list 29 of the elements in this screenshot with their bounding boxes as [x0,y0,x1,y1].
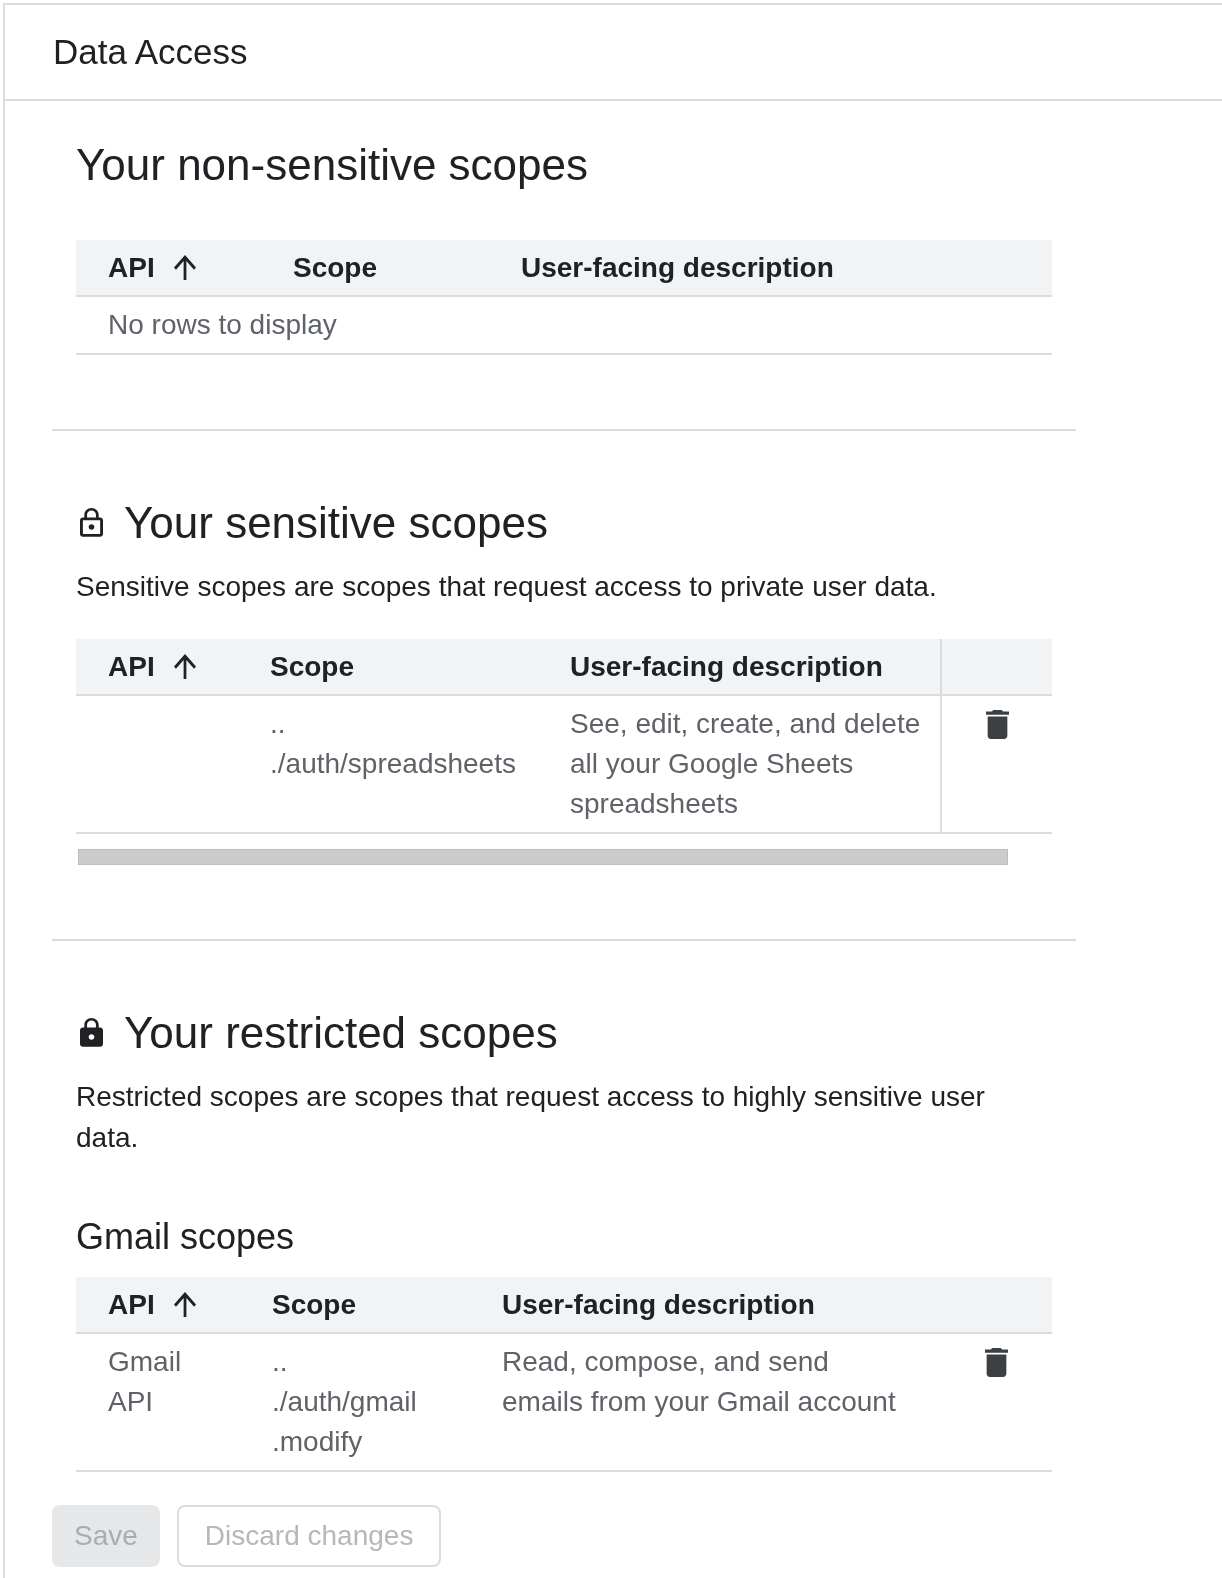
column-header[interactable]: Scope [272,1287,357,1322]
horizontal-scrollbar[interactable] [78,849,1008,865]
section-title: Your restricted scopes [124,1009,558,1057]
section-description: Restricted scopes are scopes that request access to highly sensitive user data. [76,1080,986,1155]
trash-icon [985,710,1009,739]
column-header[interactable]: Scope [270,649,355,684]
table-cell-text: Gmail API [108,1345,183,1419]
table-title: Gmail scopes [76,1217,296,1257]
trash-icon [984,1348,1008,1377]
section-title: Your sensitive scopes [124,499,548,547]
delete-button[interactable] [985,710,1009,739]
table-cell-text: .../auth/spreadsheets [270,707,516,781]
column-header[interactable]: Scope [293,250,378,285]
table-cell-text: Read, compose, and send emails from your Gmail account [502,1345,897,1419]
section-title: Your non-sensitive scopes [76,141,588,189]
page-title: Data Access [53,32,248,72]
table-cell-text: See, edit, create, and delete all your Google Sheets spreadsheets [570,707,922,821]
empty-table-message: No rows to display [108,308,337,342]
table-cell-text: .../auth/gmail.modify [272,1345,417,1459]
lock-icon [80,508,103,538]
column-header[interactable]: User-facing description [570,649,883,684]
delete-button[interactable] [984,1348,1008,1377]
column-header[interactable]: User-facing description [521,250,834,285]
section-description: Sensitive scopes are scopes that request access to private user data. [76,570,938,604]
column-header[interactable]: User-facing description [502,1287,815,1322]
column-header[interactable]: API [108,250,196,285]
column-header[interactable]: API [108,649,196,684]
lock-icon [80,1018,103,1048]
column-header[interactable]: API [108,1287,196,1322]
